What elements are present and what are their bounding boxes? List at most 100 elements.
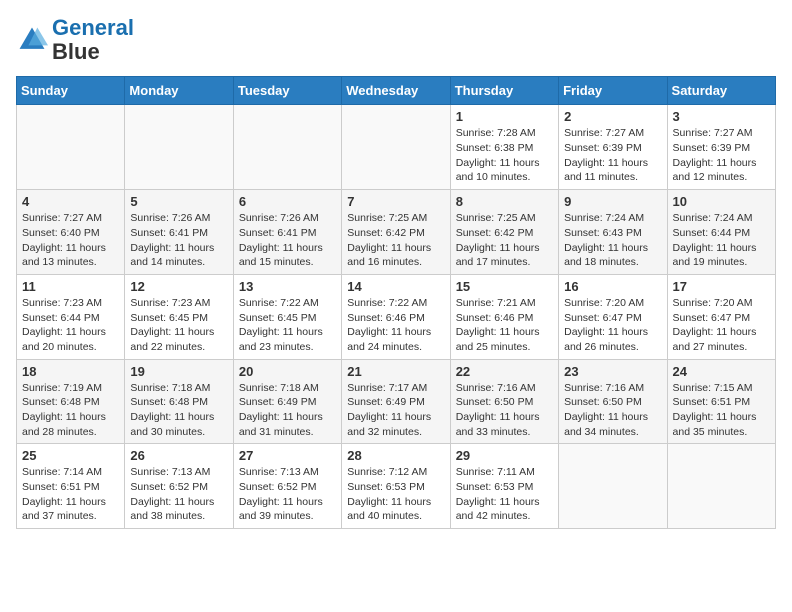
- calendar-cell: 19 Sunrise: 7:18 AMSunset: 6:48 PMDayligh…: [125, 359, 233, 444]
- calendar-cell: 18 Sunrise: 7:19 AMSunset: 6:48 PMDayligh…: [17, 359, 125, 444]
- day-number: 14: [347, 279, 444, 294]
- day-number: 16: [564, 279, 661, 294]
- day-info: Sunrise: 7:11 AMSunset: 6:53 PMDaylight:…: [456, 465, 553, 524]
- calendar-cell: 16 Sunrise: 7:20 AMSunset: 6:47 PMDayligh…: [559, 274, 667, 359]
- day-number: 22: [456, 364, 553, 379]
- header-wednesday: Wednesday: [342, 77, 450, 105]
- calendar-cell: 26 Sunrise: 7:13 AMSunset: 6:52 PMDayligh…: [125, 444, 233, 529]
- logo-blue: Blue: [52, 39, 100, 64]
- day-number: 3: [673, 109, 770, 124]
- day-info: Sunrise: 7:13 AMSunset: 6:52 PMDaylight:…: [130, 465, 227, 524]
- day-info: Sunrise: 7:26 AMSunset: 6:41 PMDaylight:…: [239, 211, 336, 270]
- header-sunday: Sunday: [17, 77, 125, 105]
- calendar-cell: 7 Sunrise: 7:25 AMSunset: 6:42 PMDaylight…: [342, 190, 450, 275]
- calendar-cell: 17Sunrise: 7:20 AMSunset: 6:47 PMDayligh…: [667, 274, 775, 359]
- week-row-4: 25Sunrise: 7:14 AMSunset: 6:51 PMDayligh…: [17, 444, 776, 529]
- week-row-2: 11 Sunrise: 7:23 AMSunset: 6:44 PMDayligh…: [17, 274, 776, 359]
- calendar-cell: 3 Sunrise: 7:27 AMSunset: 6:39 PMDaylight…: [667, 105, 775, 190]
- calendar-table: SundayMondayTuesdayWednesdayThursdayFrid…: [16, 76, 776, 529]
- calendar-cell: 1Sunrise: 7:28 AMSunset: 6:38 PMDaylight…: [450, 105, 558, 190]
- day-number: 28: [347, 448, 444, 463]
- day-number: 7: [347, 194, 444, 209]
- calendar-cell: 2 Sunrise: 7:27 AMSunset: 6:39 PMDaylight…: [559, 105, 667, 190]
- calendar-cell: [233, 105, 341, 190]
- calendar-cell: [559, 444, 667, 529]
- day-info: Sunrise: 7:23 AMSunset: 6:45 PMDaylight:…: [130, 296, 227, 355]
- calendar-cell: 9Sunrise: 7:24 AMSunset: 6:43 PMDaylight…: [559, 190, 667, 275]
- header: General Blue: [16, 16, 776, 64]
- calendar-body: 1Sunrise: 7:28 AMSunset: 6:38 PMDaylight…: [17, 105, 776, 529]
- day-number: 20: [239, 364, 336, 379]
- day-number: 12: [130, 279, 227, 294]
- day-info: Sunrise: 7:28 AMSunset: 6:38 PMDaylight:…: [456, 126, 553, 185]
- day-number: 24: [673, 364, 770, 379]
- day-number: 15: [456, 279, 553, 294]
- day-number: 11: [22, 279, 119, 294]
- calendar-cell: 25Sunrise: 7:14 AMSunset: 6:51 PMDayligh…: [17, 444, 125, 529]
- day-number: 10: [673, 194, 770, 209]
- day-info: Sunrise: 7:20 AMSunset: 6:47 PMDaylight:…: [673, 296, 770, 355]
- calendar-cell: [342, 105, 450, 190]
- calendar-cell: 21Sunrise: 7:17 AMSunset: 6:49 PMDayligh…: [342, 359, 450, 444]
- calendar-cell: [125, 105, 233, 190]
- day-number: 18: [22, 364, 119, 379]
- calendar-cell: 15 Sunrise: 7:21 AMSunset: 6:46 PMDayligh…: [450, 274, 558, 359]
- day-info: Sunrise: 7:25 AMSunset: 6:42 PMDaylight:…: [347, 211, 444, 270]
- calendar-cell: 8 Sunrise: 7:25 AMSunset: 6:42 PMDaylight…: [450, 190, 558, 275]
- header-saturday: Saturday: [667, 77, 775, 105]
- day-number: 19: [130, 364, 227, 379]
- day-info: Sunrise: 7:12 AMSunset: 6:53 PMDaylight:…: [347, 465, 444, 524]
- day-number: 21: [347, 364, 444, 379]
- calendar-cell: 20 Sunrise: 7:18 AMSunset: 6:49 PMDayligh…: [233, 359, 341, 444]
- calendar-cell: 29 Sunrise: 7:11 AMSunset: 6:53 PMDayligh…: [450, 444, 558, 529]
- day-info: Sunrise: 7:27 AMSunset: 6:40 PMDaylight:…: [22, 211, 119, 270]
- day-info: Sunrise: 7:21 AMSunset: 6:46 PMDaylight:…: [456, 296, 553, 355]
- day-info: Sunrise: 7:23 AMSunset: 6:44 PMDaylight:…: [22, 296, 119, 355]
- calendar-cell: [17, 105, 125, 190]
- day-info: Sunrise: 7:16 AMSunset: 6:50 PMDaylight:…: [456, 381, 553, 440]
- calendar-cell: 27Sunrise: 7:13 AMSunset: 6:52 PMDayligh…: [233, 444, 341, 529]
- day-number: 25: [22, 448, 119, 463]
- day-number: 8: [456, 194, 553, 209]
- day-info: Sunrise: 7:18 AMSunset: 6:48 PMDaylight:…: [130, 381, 227, 440]
- day-info: Sunrise: 7:15 AMSunset: 6:51 PMDaylight:…: [673, 381, 770, 440]
- day-number: 13: [239, 279, 336, 294]
- week-row-0: 1Sunrise: 7:28 AMSunset: 6:38 PMDaylight…: [17, 105, 776, 190]
- day-number: 6: [239, 194, 336, 209]
- week-row-1: 4 Sunrise: 7:27 AMSunset: 6:40 PMDaylight…: [17, 190, 776, 275]
- header-row: SundayMondayTuesdayWednesdayThursdayFrid…: [17, 77, 776, 105]
- calendar-cell: 6 Sunrise: 7:26 AMSunset: 6:41 PMDaylight…: [233, 190, 341, 275]
- calendar-cell: 22 Sunrise: 7:16 AMSunset: 6:50 PMDayligh…: [450, 359, 558, 444]
- calendar-cell: [667, 444, 775, 529]
- day-info: Sunrise: 7:26 AMSunset: 6:41 PMDaylight:…: [130, 211, 227, 270]
- day-info: Sunrise: 7:24 AMSunset: 6:43 PMDaylight:…: [564, 211, 661, 270]
- day-info: Sunrise: 7:24 AMSunset: 6:44 PMDaylight:…: [673, 211, 770, 270]
- day-number: 27: [239, 448, 336, 463]
- day-number: 29: [456, 448, 553, 463]
- day-info: Sunrise: 7:27 AMSunset: 6:39 PMDaylight:…: [564, 126, 661, 185]
- day-number: 2: [564, 109, 661, 124]
- day-number: 23: [564, 364, 661, 379]
- logo-text: General Blue: [52, 16, 134, 64]
- calendar-cell: 11 Sunrise: 7:23 AMSunset: 6:44 PMDayligh…: [17, 274, 125, 359]
- day-info: Sunrise: 7:20 AMSunset: 6:47 PMDaylight:…: [564, 296, 661, 355]
- calendar-cell: 28 Sunrise: 7:12 AMSunset: 6:53 PMDayligh…: [342, 444, 450, 529]
- logo-icon: [16, 24, 48, 56]
- calendar-cell: 5 Sunrise: 7:26 AMSunset: 6:41 PMDaylight…: [125, 190, 233, 275]
- day-info: Sunrise: 7:18 AMSunset: 6:49 PMDaylight:…: [239, 381, 336, 440]
- day-info: Sunrise: 7:22 AMSunset: 6:46 PMDaylight:…: [347, 296, 444, 355]
- day-number: 5: [130, 194, 227, 209]
- day-info: Sunrise: 7:19 AMSunset: 6:48 PMDaylight:…: [22, 381, 119, 440]
- calendar-header: SundayMondayTuesdayWednesdayThursdayFrid…: [17, 77, 776, 105]
- logo-general: General: [52, 15, 134, 40]
- calendar-cell: 12 Sunrise: 7:23 AMSunset: 6:45 PMDayligh…: [125, 274, 233, 359]
- header-monday: Monday: [125, 77, 233, 105]
- day-number: 4: [22, 194, 119, 209]
- week-row-3: 18 Sunrise: 7:19 AMSunset: 6:48 PMDayligh…: [17, 359, 776, 444]
- day-number: 26: [130, 448, 227, 463]
- day-info: Sunrise: 7:27 AMSunset: 6:39 PMDaylight:…: [673, 126, 770, 185]
- header-thursday: Thursday: [450, 77, 558, 105]
- day-info: Sunrise: 7:25 AMSunset: 6:42 PMDaylight:…: [456, 211, 553, 270]
- logo: General Blue: [16, 16, 134, 64]
- header-friday: Friday: [559, 77, 667, 105]
